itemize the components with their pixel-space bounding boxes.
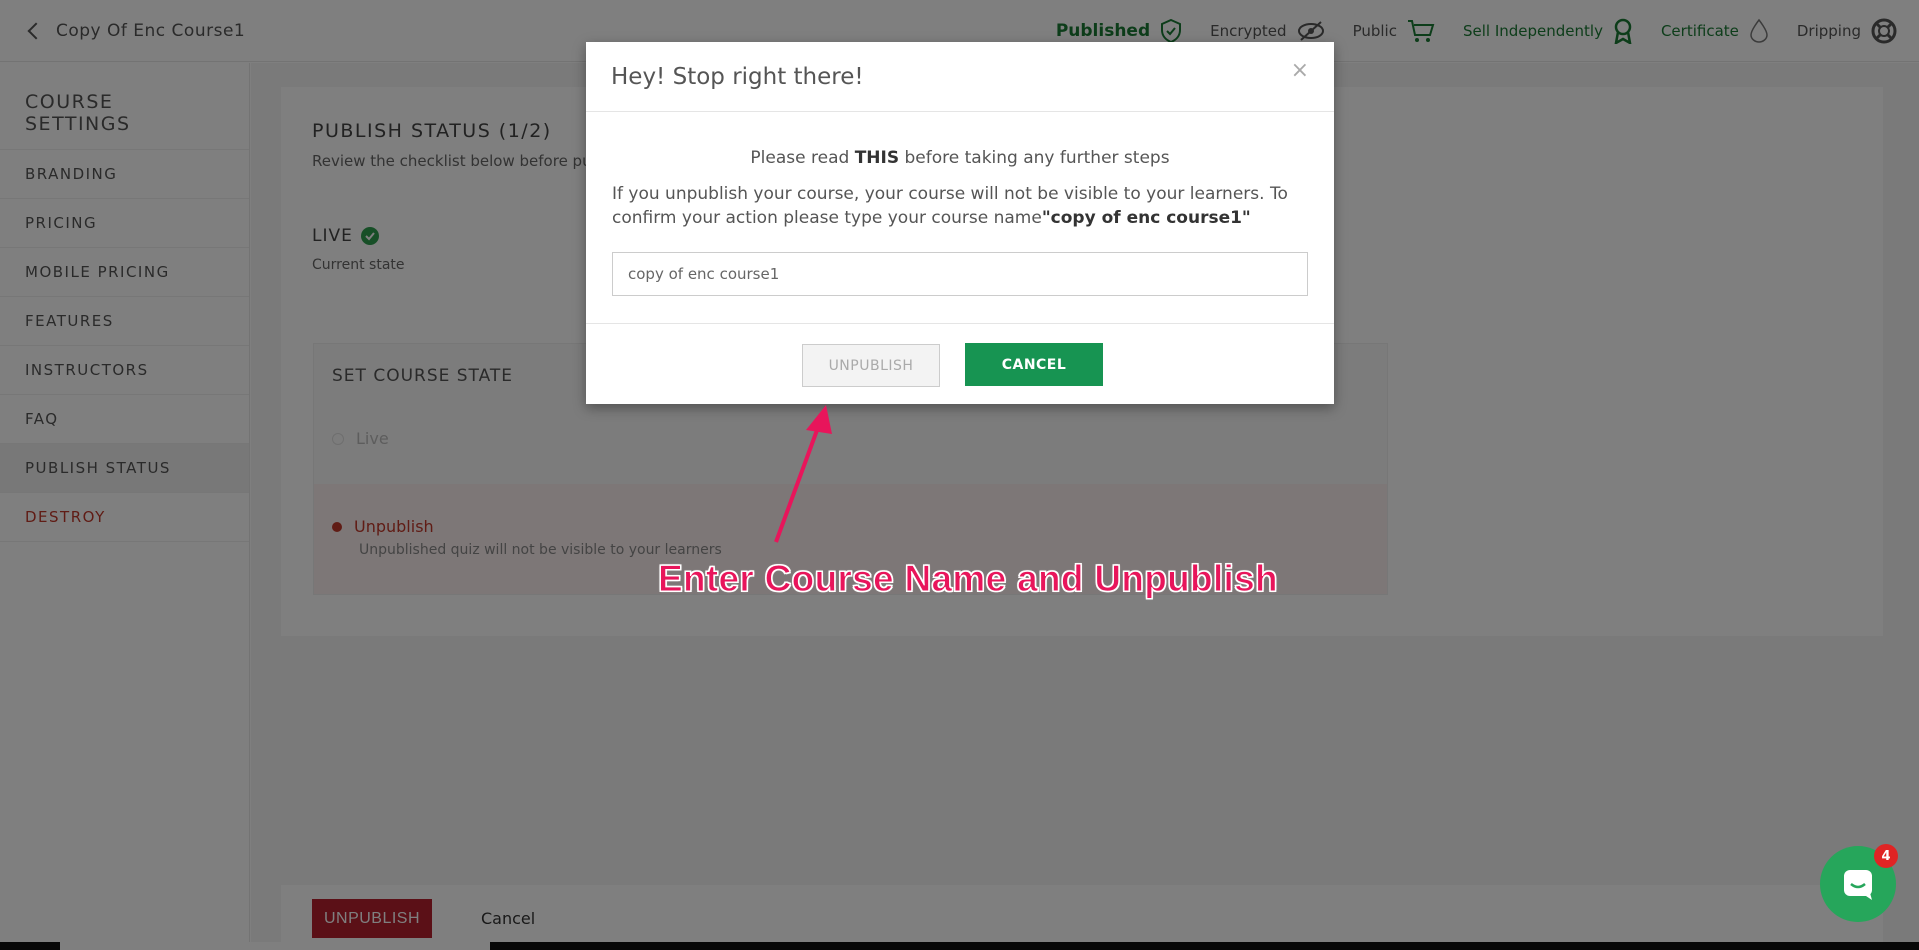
- annotation-text: Enter Course Name and Unpublish: [658, 558, 1279, 600]
- modal-cancel-button[interactable]: CANCEL: [965, 343, 1103, 386]
- modal-header: Hey! Stop right there! ×: [586, 42, 1334, 112]
- annotation-arrow: [774, 405, 832, 543]
- course-name-quote: "copy of enc course1": [1041, 208, 1251, 228]
- unpublish-confirm-modal: Hey! Stop right there! × Please read THI…: [586, 42, 1334, 404]
- modal-warning-line: Please read THIS before taking any furth…: [586, 148, 1334, 168]
- modal-body: Please read THIS before taking any furth…: [586, 112, 1334, 324]
- chat-unread-badge: 4: [1874, 844, 1898, 868]
- modal-footer: UNPUBLISH CANCEL: [586, 324, 1334, 404]
- course-name-input[interactable]: [612, 252, 1308, 296]
- warning-bold: THIS: [854, 148, 900, 168]
- modal-unpublish-button[interactable]: UNPUBLISH: [802, 344, 940, 387]
- warning-pre: Please read: [750, 148, 855, 168]
- modal-title: Hey! Stop right there!: [611, 64, 864, 90]
- chat-launcher-button[interactable]: 4: [1820, 844, 1898, 922]
- close-icon[interactable]: ×: [1291, 58, 1309, 83]
- warning-post: before taking any further steps: [899, 148, 1170, 168]
- modal-instructions: If you unpublish your course, your cours…: [612, 182, 1312, 230]
- chat-icon: [1844, 870, 1872, 900]
